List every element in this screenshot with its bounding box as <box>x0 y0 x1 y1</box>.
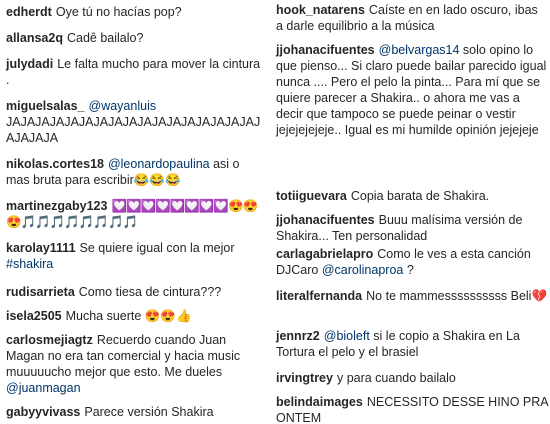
comment-username[interactable]: isela2505 <box>6 309 62 323</box>
comment-mention[interactable]: @juanmagan <box>6 381 81 395</box>
comment: rudisarrieta Como tiesa de cintura??? <box>6 284 264 300</box>
comment-mention[interactable]: @leonardopaulina <box>108 157 210 171</box>
comment-username[interactable]: nikolas.cortes18 <box>6 157 104 171</box>
comment-text: solo opino lo que pienso... Si claro pue… <box>276 43 547 137</box>
left-comment-column: edherdt Oye tú no hacías pop? allansa2q Ca… <box>0 0 266 424</box>
comment-text-end: ? <box>406 263 414 277</box>
comment: totiiguevara Copia barata de Shakira. <box>276 188 548 204</box>
comment: hook_natarens Caíste en en lado oscuro, i… <box>276 2 548 34</box>
comment-username[interactable]: irvingtrey <box>276 371 333 385</box>
comment-username[interactable]: hook_natarens <box>276 3 365 17</box>
comment-username[interactable]: carlosmejiagtz <box>6 333 93 347</box>
comment-username[interactable]: rudisarrieta <box>6 285 75 299</box>
comment-text: No te mammessssssssss Beli💔 <box>366 289 548 303</box>
comment-text: Copia barata de Shakira. <box>350 189 490 203</box>
comment: jennrz2 @bioleft si le copio a Shakira en… <box>276 328 548 360</box>
comment-username[interactable]: carlagabrielapro <box>276 247 373 261</box>
comment: belindaimages NECESSITO DESSE HINO PRA ON… <box>276 394 548 424</box>
comment-text: Se quiere igual con la mejor <box>79 241 235 255</box>
comment: jjohanacifuentes @belvargas14 solo opino … <box>276 42 548 138</box>
comment-username[interactable]: edherdt <box>6 5 52 19</box>
comment-username[interactable]: totiiguevara <box>276 189 347 203</box>
comment-text: JAJAJAJAJAJAJAJAJAJAJAJAJAJAJAJAJAJAJAJA… <box>6 115 261 145</box>
comment-text: Parece versión Shakira <box>84 405 214 419</box>
comment-username[interactable]: gabyyvivass <box>6 405 80 419</box>
comment-mention[interactable]: @belvargas14 <box>379 43 460 57</box>
right-comment-column: hook_natarens Caíste en en lado oscuro, i… <box>270 0 550 424</box>
comment-username[interactable]: allansa2q <box>6 31 63 45</box>
comment-mention[interactable]: @carolinaproa <box>322 263 403 277</box>
comment: julydadi Le falta mucho para mover la cin… <box>6 56 264 88</box>
comment-username[interactable]: literalfernanda <box>276 289 362 303</box>
comment-username[interactable]: julydadi <box>6 57 53 71</box>
comment-username[interactable]: jjohanacifuentes <box>276 43 375 57</box>
comment-text: Oye tú no hacías pop? <box>55 5 182 19</box>
comment: miguelsalas_ @wayanluis JAJAJAJAJAJAJAJAJA… <box>6 98 264 146</box>
comment: allansa2q Cadê bailalo? <box>6 30 264 46</box>
comment: irvingtrey y para cuando bailalo <box>276 370 548 386</box>
comment-text: Como tiesa de cintura??? <box>78 285 222 299</box>
comment: gabyyvivass Parece versión Shakira <box>6 404 264 420</box>
comment: martinezgaby123 💟💟💟💟💟💟💟💟😍😍😍🎵🎵🎵🎵🎵🎵🎵🎵 <box>6 198 264 230</box>
comment: edherdt Oye tú no hacías pop? <box>6 4 264 20</box>
comment-text: y para cuando bailalo <box>336 371 456 385</box>
comment: jjohanacifuentes Buuu malísima versión de… <box>276 212 548 242</box>
comment-username[interactable]: jennrz2 <box>276 329 320 343</box>
comment: carlagabrielapro Como le ves a esta canci… <box>276 246 548 278</box>
comment-text: Cadê bailalo? <box>66 31 144 45</box>
comment: isela2505 Mucha suerte 😍😍👍 <box>6 308 264 324</box>
comment-hashtag[interactable]: #shakira <box>6 257 53 271</box>
comment: nikolas.cortes18 @leonardopaulina asi o m… <box>6 156 264 188</box>
comment-username[interactable]: belindaimages <box>276 395 363 409</box>
comment: carlosmejiagtz Recuerdo cuando Juan Magan… <box>6 332 264 396</box>
comment: karolay1111 Se quiere igual con la mejor #… <box>6 240 264 272</box>
comment-username[interactable]: miguelsalas_ <box>6 99 85 113</box>
comment-username[interactable]: jjohanacifuentes <box>276 213 375 227</box>
comment-username[interactable]: karolay1111 <box>6 241 76 255</box>
comment-mention[interactable]: @bioleft <box>324 329 370 343</box>
comment-text: Mucha suerte 😍😍👍 <box>65 309 192 323</box>
comment-username[interactable]: martinezgaby123 <box>6 199 107 213</box>
comment-mention[interactable]: @wayanluis <box>89 99 157 113</box>
comment: literalfernanda No te mammessssssssss Bel… <box>276 288 548 304</box>
